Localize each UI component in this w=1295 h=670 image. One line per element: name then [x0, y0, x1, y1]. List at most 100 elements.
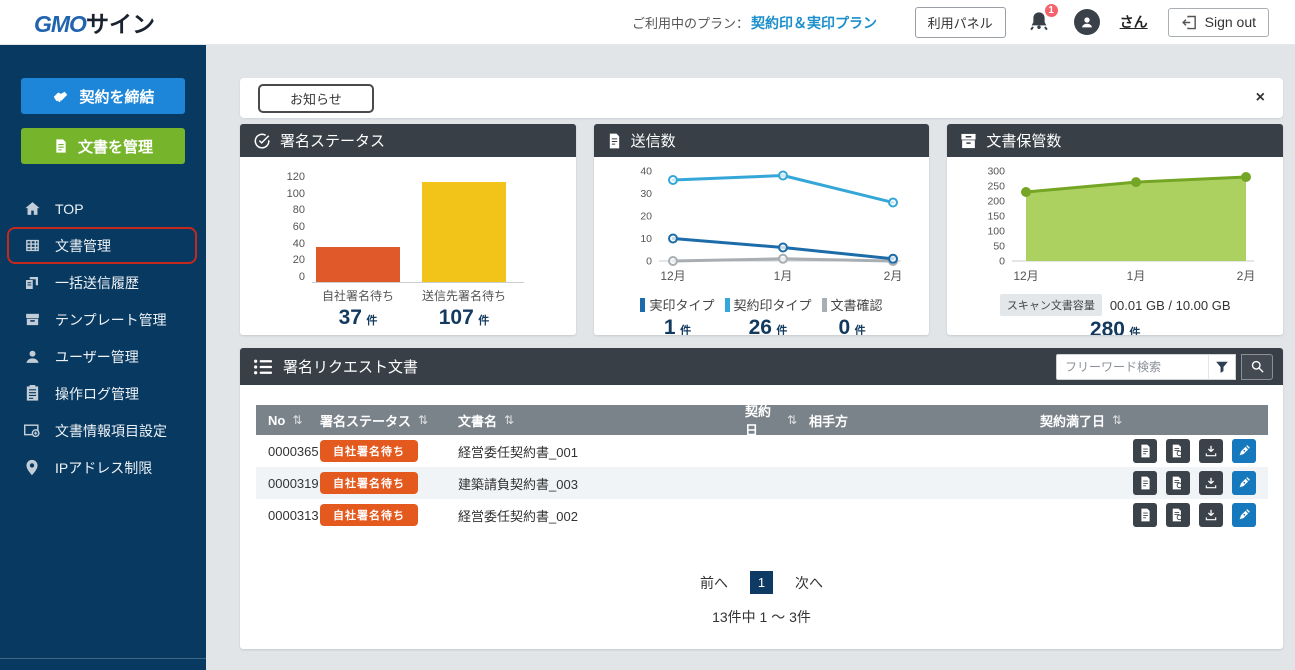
sidebar-item-label: 文書情報項目設定 — [55, 421, 167, 441]
bar — [316, 247, 400, 282]
legend-value: 0 — [838, 316, 850, 335]
sidebar-item-user-management[interactable]: ユーザー管理 — [0, 338, 206, 375]
cell-document-name: 経営委任契約書_001 — [446, 442, 733, 461]
prev-page-button[interactable]: 前へ — [700, 573, 728, 593]
y-tick-label: 100 — [988, 226, 1006, 238]
data-point-marker — [669, 257, 677, 265]
notice-button[interactable]: お知らせ — [258, 84, 374, 113]
sent-count-chart: 01020304012月1月2月 — [594, 157, 930, 294]
x-tick-label: 1月 — [773, 269, 792, 283]
sort-icon[interactable]: ⇅ — [1112, 413, 1122, 427]
data-point-marker — [889, 255, 897, 263]
column-label: 契約満了日 — [1040, 411, 1105, 430]
conclude-contract-label: 契約を締結 — [79, 86, 154, 107]
filter-button[interactable] — [1208, 354, 1236, 380]
pen-icon — [1237, 508, 1251, 522]
x-tick-label: 2月 — [1237, 269, 1256, 283]
close-icon[interactable]: × — [1256, 90, 1265, 106]
plan-name-link[interactable]: 契約印＆実印プラン — [751, 13, 877, 33]
gmo-sign-logo[interactable]: GMOサイン — [34, 5, 155, 39]
notification-bell-button[interactable]: 1 — [1026, 8, 1054, 36]
sidebar-divider — [0, 658, 206, 659]
x-tick-label: 12月 — [660, 269, 685, 283]
sidebar-item-ip-restriction[interactable]: IPアドレス制限 — [0, 449, 206, 486]
download-button[interactable] — [1199, 471, 1223, 495]
table-body: 0000365 自社署名待ち 経営委任契約書_001 0000319 自社署名待… — [256, 435, 1268, 531]
conclude-contract-button[interactable]: 契約を締結 — [21, 78, 185, 114]
bar-chart-y-axis: 120100806040200 — [278, 171, 312, 283]
sidebar-item-top[interactable]: TOP — [0, 190, 206, 227]
usage-panel-button[interactable]: 利用パネル — [915, 7, 1006, 38]
sidebar-item-document-management[interactable]: 文書管理 — [0, 227, 206, 264]
view-document-button[interactable] — [1133, 503, 1157, 527]
table-row[interactable]: 0000365 自社署名待ち 経営委任契約書_001 — [256, 435, 1268, 467]
sidebar-item-label: 一括送信履歴 — [55, 273, 139, 293]
account-avatar-button[interactable] — [1074, 9, 1100, 35]
sort-icon[interactable]: ⇅ — [418, 413, 428, 427]
status-badge: 自社署名待ち — [320, 504, 418, 526]
free-word-search-input[interactable] — [1056, 354, 1208, 380]
next-page-button[interactable]: 次へ — [795, 573, 823, 593]
data-point-marker — [1132, 178, 1140, 186]
preview-document-button[interactable] — [1166, 471, 1190, 495]
y-tick-label: 100 — [287, 188, 305, 200]
column-header: 相手方 — [797, 411, 1028, 430]
sign-button[interactable] — [1232, 471, 1256, 495]
cell-status: 自社署名待ち — [308, 504, 446, 526]
list-icon — [253, 358, 273, 376]
manage-documents-button[interactable]: 文書を管理 — [21, 128, 185, 164]
preview-document-button[interactable] — [1166, 503, 1190, 527]
view-document-button[interactable] — [1133, 439, 1157, 463]
check-circle-icon — [253, 132, 271, 150]
map-pin-icon — [23, 459, 41, 476]
y-tick-label: 20 — [640, 211, 652, 223]
username-link[interactable]: さん — [1120, 12, 1148, 32]
storage-card-header: 文書保管数 — [947, 124, 1283, 157]
sidebar-item-operation-log[interactable]: 操作ログ管理 — [0, 375, 206, 412]
doc-info-settings-icon — [23, 423, 41, 439]
current-page-indicator[interactable]: 1 — [750, 571, 773, 594]
sign-button[interactable] — [1232, 439, 1256, 463]
search-button[interactable] — [1241, 354, 1273, 380]
sort-icon[interactable]: ⇅ — [504, 413, 514, 427]
sent-count-card-body: 01020304012月1月2月 実印タイプ 1 件 契約印タイプ 26 件 文… — [594, 157, 930, 335]
legend-swatch — [822, 298, 827, 312]
sidebar-item-label: テンプレート管理 — [55, 310, 167, 330]
sidebar-item-bulk-send-history[interactable]: 一括送信履歴 — [0, 264, 206, 301]
scan-capacity-value: 00.01 GB / 10.00 GB — [1110, 298, 1231, 313]
user-icon — [23, 348, 41, 365]
legend-count: 1 件 — [664, 316, 691, 335]
sign-button[interactable] — [1232, 503, 1256, 527]
table-row[interactable]: 0000319 自社署名待ち 建築請負契約書_003 — [256, 467, 1268, 499]
view-document-button[interactable] — [1133, 471, 1157, 495]
bulk-send-icon — [23, 274, 41, 292]
signature-status-card-header: 署名ステータス — [240, 124, 576, 157]
preview-document-button[interactable] — [1166, 439, 1190, 463]
download-button[interactable] — [1199, 439, 1223, 463]
sort-icon[interactable]: ⇅ — [787, 413, 797, 427]
y-tick-label: 120 — [287, 171, 305, 183]
signout-button[interactable]: Sign out — [1168, 8, 1269, 37]
sidebar-item-document-info-settings[interactable]: 文書情報項目設定 — [0, 412, 206, 449]
column-label: 契約日 — [745, 401, 780, 439]
cell-no: 0000365 — [256, 444, 308, 459]
document-icon — [53, 138, 69, 154]
storage-title: 文書保管数 — [986, 130, 1061, 151]
bar-chart-plot — [312, 171, 524, 283]
signout-icon — [1181, 14, 1198, 31]
sort-icon[interactable]: ⇅ — [292, 413, 302, 427]
handshake-icon — [51, 87, 70, 106]
legend-name: 文書確認 — [831, 295, 883, 314]
person-icon — [1079, 14, 1095, 30]
data-point-marker — [1242, 173, 1250, 181]
table-header-row: No⇅署名ステータス⇅文書名⇅契約日⇅相手方契約満了日⇅ — [256, 405, 1268, 435]
table-row[interactable]: 0000313 自社署名待ち 経営委任契約書_002 — [256, 499, 1268, 531]
legend-label-row: 文書確認 — [822, 295, 883, 314]
download-icon — [1204, 508, 1218, 522]
y-tick-label: 200 — [988, 196, 1006, 208]
legend-swatch — [640, 298, 645, 312]
stat-unit: 件 — [366, 315, 377, 327]
sidebar-item-template-management[interactable]: テンプレート管理 — [0, 301, 206, 338]
download-button[interactable] — [1199, 503, 1223, 527]
y-tick-label: 0 — [299, 271, 305, 283]
